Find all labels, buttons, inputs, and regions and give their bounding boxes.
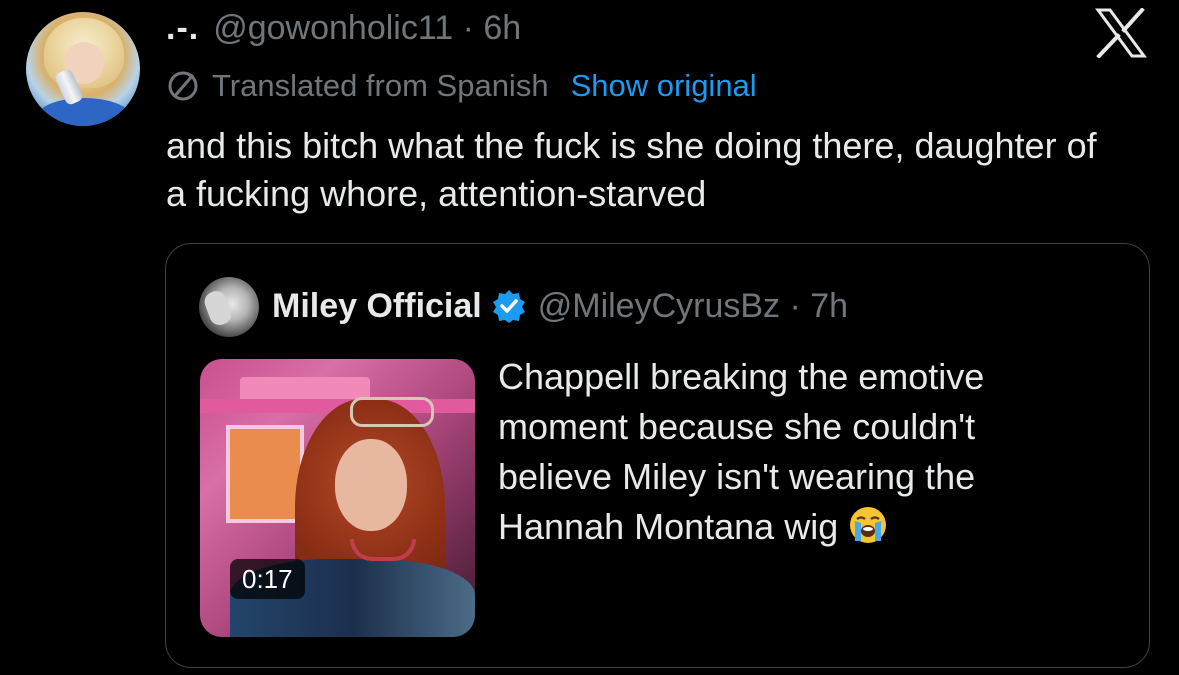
video-thumbnail[interactable]: 0:17 bbox=[200, 359, 475, 637]
quoted-author-avatar[interactable] bbox=[199, 277, 259, 337]
quoted-post-card[interactable]: Miley Official @MileyCyrusBz · 7h 0:17 C… bbox=[165, 243, 1150, 668]
translation-row: Translated from Spanish Show original bbox=[166, 66, 757, 106]
globe-translate-icon bbox=[168, 71, 198, 101]
post-header: .-. @gowonholic11 · 6h bbox=[166, 8, 521, 48]
show-original-link[interactable]: Show original bbox=[571, 66, 757, 106]
verified-badge-icon bbox=[492, 290, 525, 323]
quoted-author-handle-time[interactable]: @MileyCyrusBz · 7h bbox=[538, 284, 848, 328]
author-avatar[interactable] bbox=[26, 12, 140, 126]
post-text: and this bitch what the fuck is she doin… bbox=[166, 125, 1097, 214]
quoted-post-text: Chappell breaking the emotive moment bec… bbox=[498, 356, 985, 547]
quoted-post-text-block: Chappell breaking the emotive moment bec… bbox=[498, 352, 1058, 552]
author-handle-time[interactable]: @gowonholic11 · 6h bbox=[213, 9, 521, 47]
quoted-author-name[interactable]: Miley Official bbox=[272, 284, 482, 328]
loudly-crying-face-emoji bbox=[850, 507, 887, 543]
quoted-post-header: Miley Official @MileyCyrusBz · 7h bbox=[272, 284, 848, 328]
author-display-name[interactable]: .-. bbox=[166, 9, 199, 47]
x-logo-icon[interactable] bbox=[1094, 8, 1148, 58]
video-duration-badge: 0:17 bbox=[230, 559, 305, 599]
translated-label: Translated from Spanish bbox=[212, 68, 549, 103]
